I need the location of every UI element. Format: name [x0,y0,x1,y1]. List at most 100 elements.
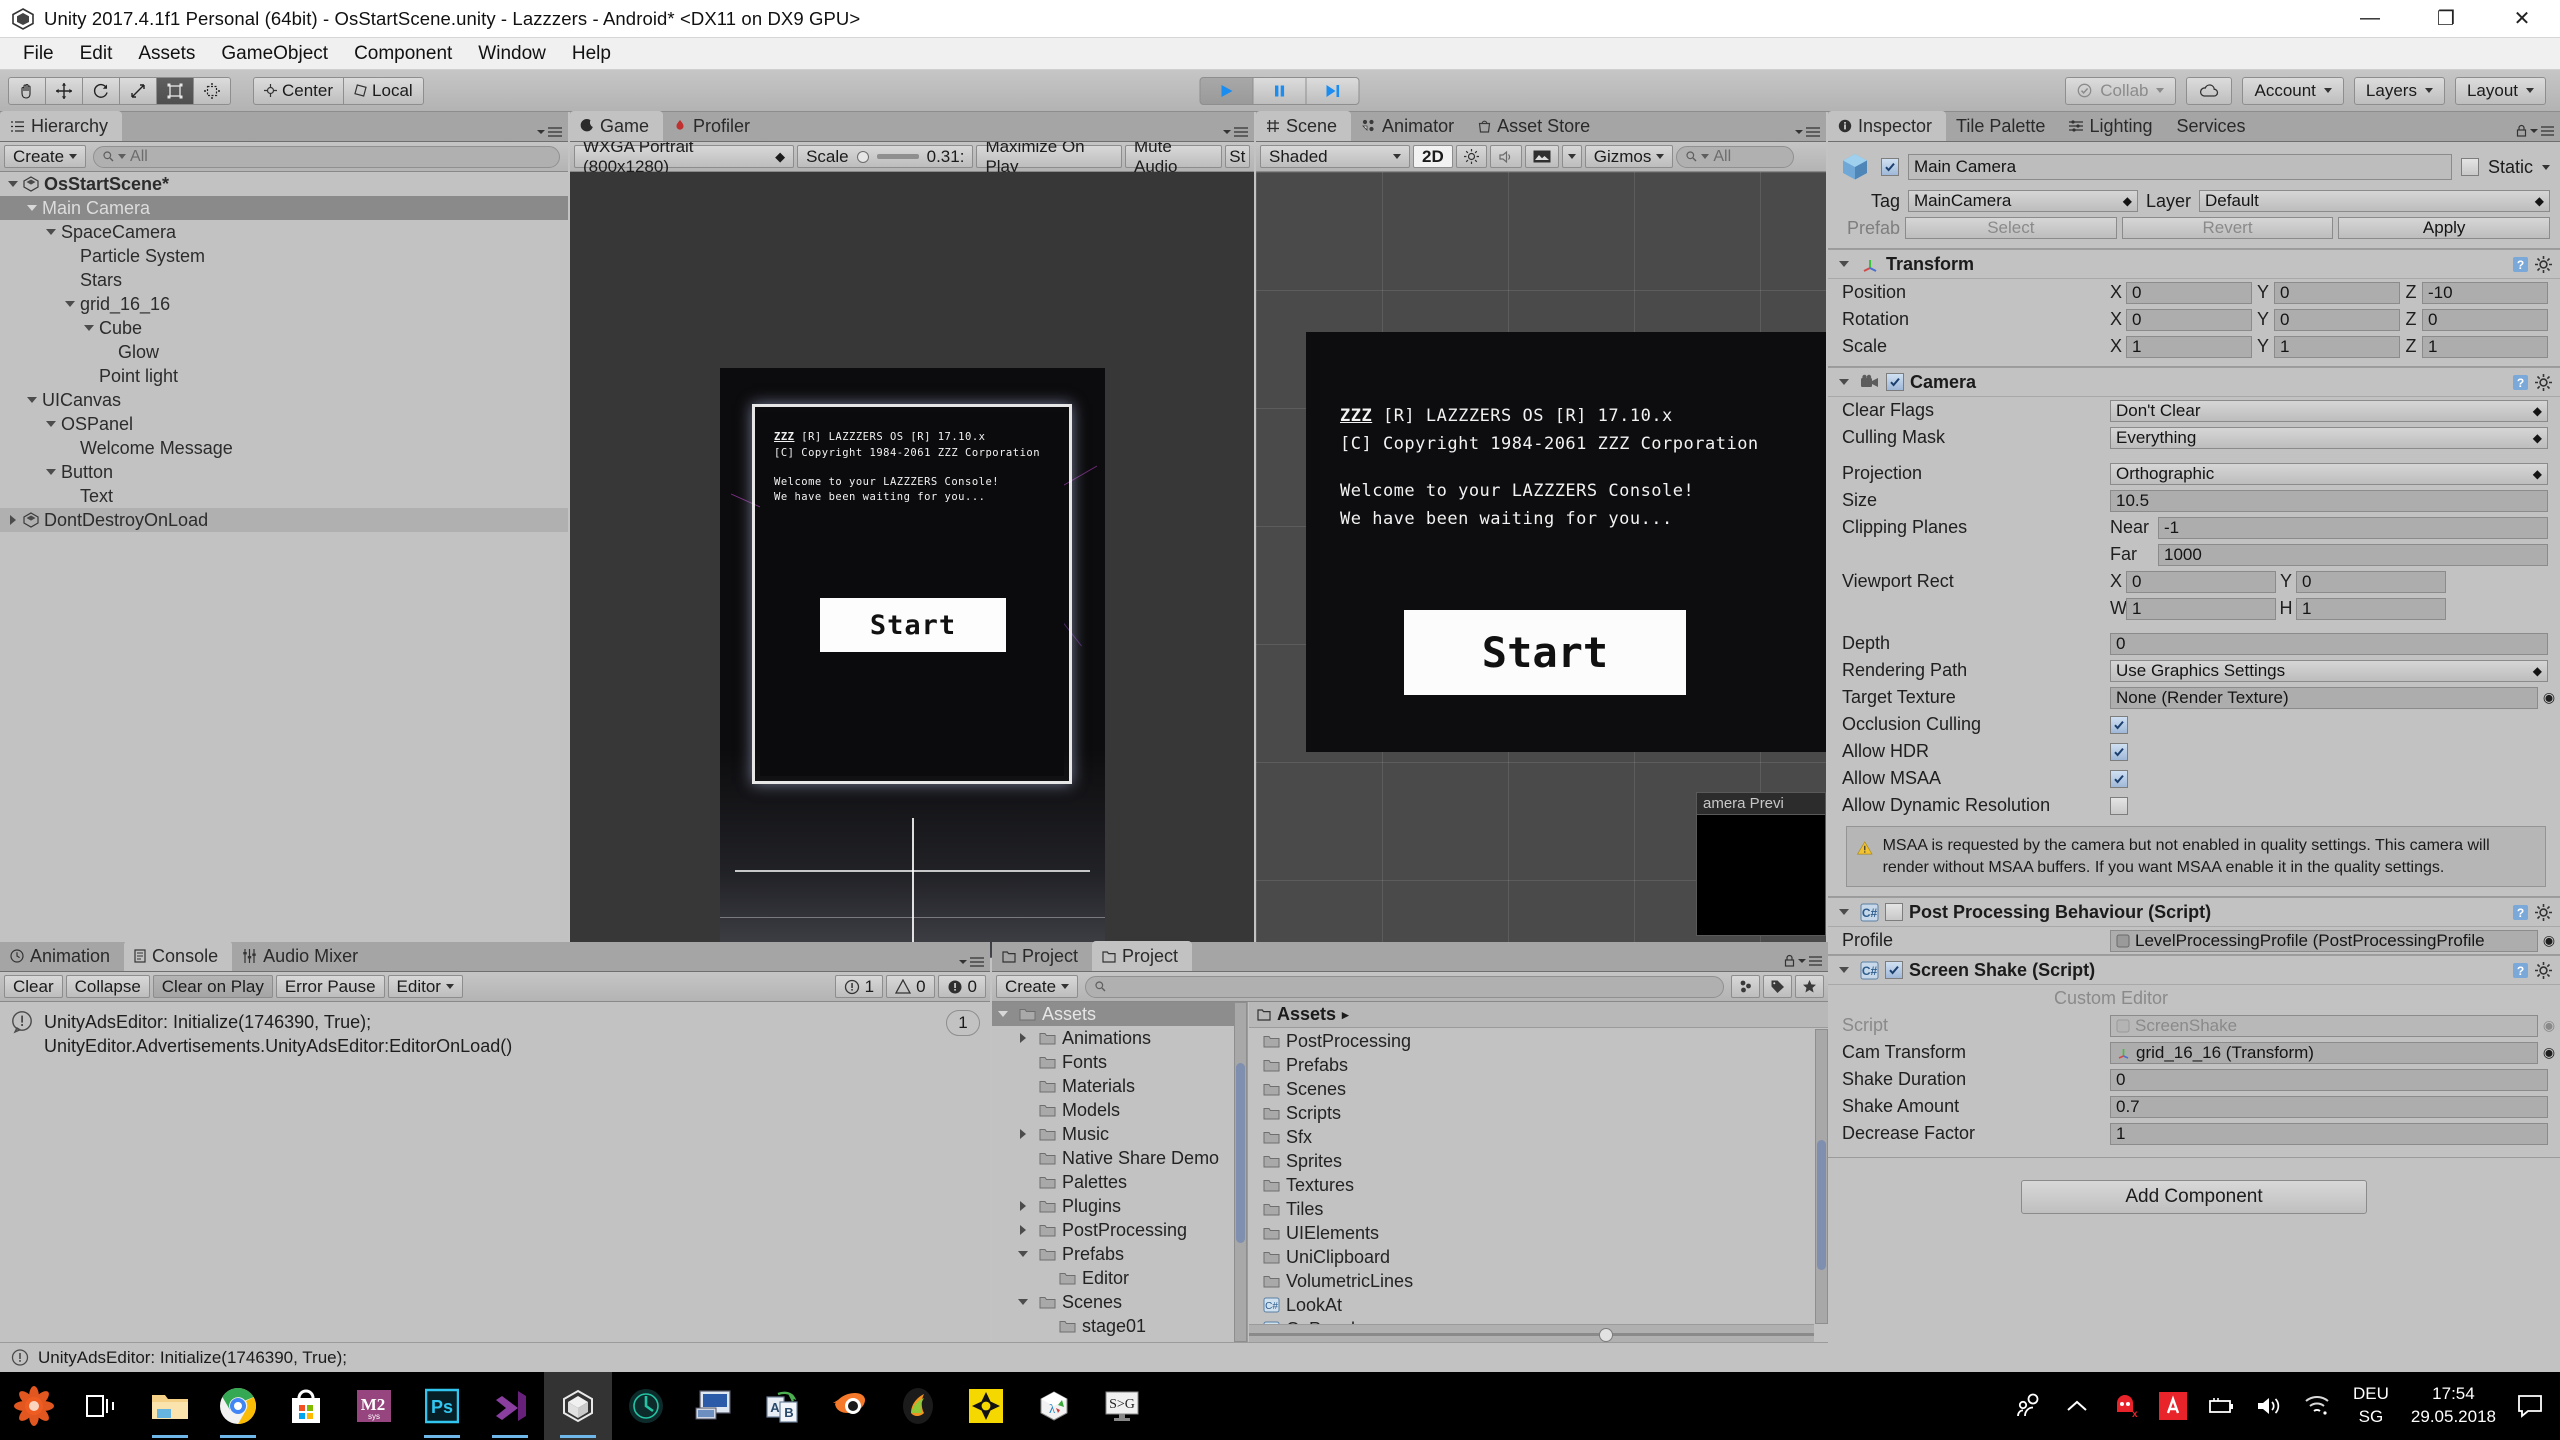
shake-amount-input[interactable]: 0.7 [2110,1096,2548,1118]
substance-icon[interactable] [952,1372,1020,1440]
cam-transform-picker-icon[interactable]: ◉ [2538,1044,2560,1061]
pivot-mode-button[interactable]: Center [253,77,344,105]
transform-rotation-x[interactable]: 0 [2126,309,2252,331]
project-tree-item[interactable]: Models [992,1098,1247,1122]
console-warning-count[interactable]: 0 [886,975,934,998]
hierarchy-tab-menu-icon[interactable] [537,127,562,137]
battery-icon[interactable] [2197,1372,2245,1440]
viewport-h-input[interactable]: 1 [2296,598,2446,620]
disclosure-down-icon[interactable] [44,225,58,239]
viewport-y-input[interactable]: 0 [2296,571,2446,593]
project-zoom-slider[interactable] [1249,1324,1814,1342]
project-item[interactable]: Sfx [1249,1125,1814,1149]
target-texture-field[interactable]: None (Render Texture) [2110,687,2538,709]
project-items-list[interactable]: PostProcessingPrefabsScenesScriptsSfxSpr… [1249,1029,1814,1324]
volume-icon[interactable] [2245,1372,2293,1440]
depth-input[interactable]: 0 [2110,633,2548,655]
console-list[interactable]: UnityAdsEditor: Initialize(1746390, True… [0,1002,990,1342]
tab-services[interactable]: Services [2167,111,2260,141]
tab-tile-palette[interactable]: Tile Palette [1946,111,2059,141]
layers-button[interactable]: Layers [2354,77,2445,105]
project-tree[interactable]: AssetsAnimationsFontsMaterialsModelsMusi… [992,1002,1247,1362]
camera-header[interactable]: Camera ? [1828,367,2560,397]
3d-builder-icon[interactable]: λ [1020,1372,1088,1440]
console-info-count[interactable]: 1 [835,975,883,998]
hierarchy-search-input[interactable]: All [93,146,560,168]
step-button[interactable] [1306,77,1360,105]
transform-position-z[interactable]: -10 [2422,282,2548,304]
unity-hub-icon[interactable] [612,1372,680,1440]
disclosure-down-icon[interactable] [6,177,20,191]
play-button[interactable] [1200,77,1254,105]
allow-hdr-checkbox[interactable] [2110,743,2128,761]
project-filter-label-icon[interactable] [1763,975,1792,998]
shake-duration-input[interactable]: 0 [2110,1069,2548,1091]
transform-rotation-y[interactable]: 0 [2274,309,2400,331]
transform-rotation-z[interactable]: 0 [2422,309,2548,331]
hierarchy-item-point-light[interactable]: Point light [0,364,568,388]
rect-tool-icon[interactable] [156,77,194,105]
help-icon[interactable]: ? [2512,374,2529,391]
disclosure-down-icon[interactable] [44,417,58,431]
project-tree-scroll-thumb[interactable] [1236,1063,1245,1243]
post-processing-enabled-checkbox[interactable] [1885,903,1903,921]
people-icon[interactable] [2005,1372,2053,1440]
account-button[interactable]: Account [2242,77,2343,105]
move-tool-icon[interactable] [45,77,83,105]
game-view-surface[interactable]: ZZZ [R] LAZZZERS OS [R] 17.10.x [C] Copy… [570,172,1254,942]
hierarchy-item-button[interactable]: Button [0,460,568,484]
menu-item-gameobject[interactable]: GameObject [208,39,341,69]
hierarchy-item-uicanvas[interactable]: UICanvas [0,388,568,412]
transform-tool-icon[interactable] [193,77,231,105]
disclosure-down-icon[interactable] [63,297,77,311]
gear-icon[interactable] [2535,962,2552,979]
project-tree-item[interactable]: Materials [992,1074,1247,1098]
stats-button[interactable]: St [1225,145,1250,168]
tab-console[interactable]: Console [124,941,232,971]
post-processing-header[interactable]: C# Post Processing Behaviour (Script) ? [1828,897,2560,927]
transform-position-y[interactable]: 0 [2274,282,2400,304]
hierarchy-item-cube[interactable]: Cube [0,316,568,340]
project-tree-item[interactable]: Native Share Demo [992,1146,1247,1170]
disclosure-right-icon[interactable] [1016,1199,1030,1213]
project-tree-item[interactable]: PostProcessing [992,1218,1247,1242]
layout-button[interactable]: Layout [2455,77,2546,105]
disclosure-right-icon[interactable] [1016,1223,1030,1237]
gear-icon[interactable] [2535,374,2552,391]
tab-project-2[interactable]: Project [1092,941,1192,971]
scene-audio-icon[interactable] [1490,145,1522,168]
hierarchy-create-button[interactable]: Create [4,145,86,168]
scene-lighting-icon[interactable] [1456,145,1487,168]
chrome-icon[interactable] [204,1372,272,1440]
hierarchy-item-text[interactable]: Text [0,484,568,508]
msys2-icon[interactable]: M2sys [340,1372,408,1440]
minimize-button[interactable]: — [2332,0,2408,38]
project-item[interactable]: Tiles [1249,1197,1814,1221]
rendering-path-dropdown[interactable]: Use Graphics Settings◆ [2110,660,2548,682]
transform-scale-y[interactable]: 1 [2274,336,2400,358]
help-icon[interactable]: ? [2512,904,2529,921]
wifi-icon[interactable] [2293,1372,2341,1440]
menu-item-help[interactable]: Help [559,39,624,69]
camera-enabled-checkbox[interactable] [1886,373,1904,391]
project-tree-item[interactable]: Editor [992,1266,1247,1290]
console-clear-button[interactable]: Clear [4,975,63,998]
screen-shake-header[interactable]: C# Screen Shake (Script) ? [1828,955,2560,985]
mute-audio-button[interactable]: Mute Audio [1125,145,1222,168]
project-create-button[interactable]: Create [996,975,1078,998]
layer-dropdown[interactable]: Default◆ [2199,190,2550,212]
hierarchy-item-grid-16-16[interactable]: grid_16_16 [0,292,568,316]
console-tab-menu-icon[interactable] [959,957,984,967]
tab-audio-mixer[interactable]: Audio Mixer [232,941,372,971]
disclosure-down-icon[interactable] [44,465,58,479]
photoshop-icon[interactable]: Ps [408,1372,476,1440]
project-tree-item[interactable]: Animations [992,1026,1247,1050]
antivirus-icon[interactable] [2149,1372,2197,1440]
maximize-button[interactable]: ❐ [2408,0,2484,38]
project-filter-type-icon[interactable] [1731,975,1760,998]
screen-shake-enabled-checkbox[interactable] [1885,961,1903,979]
gear-icon[interactable] [2535,904,2552,921]
scene-search-input[interactable]: All [1676,146,1794,168]
hierarchy-item-osstartscene[interactable]: OsStartScene* [0,172,568,196]
rotate-tool-icon[interactable] [82,77,120,105]
